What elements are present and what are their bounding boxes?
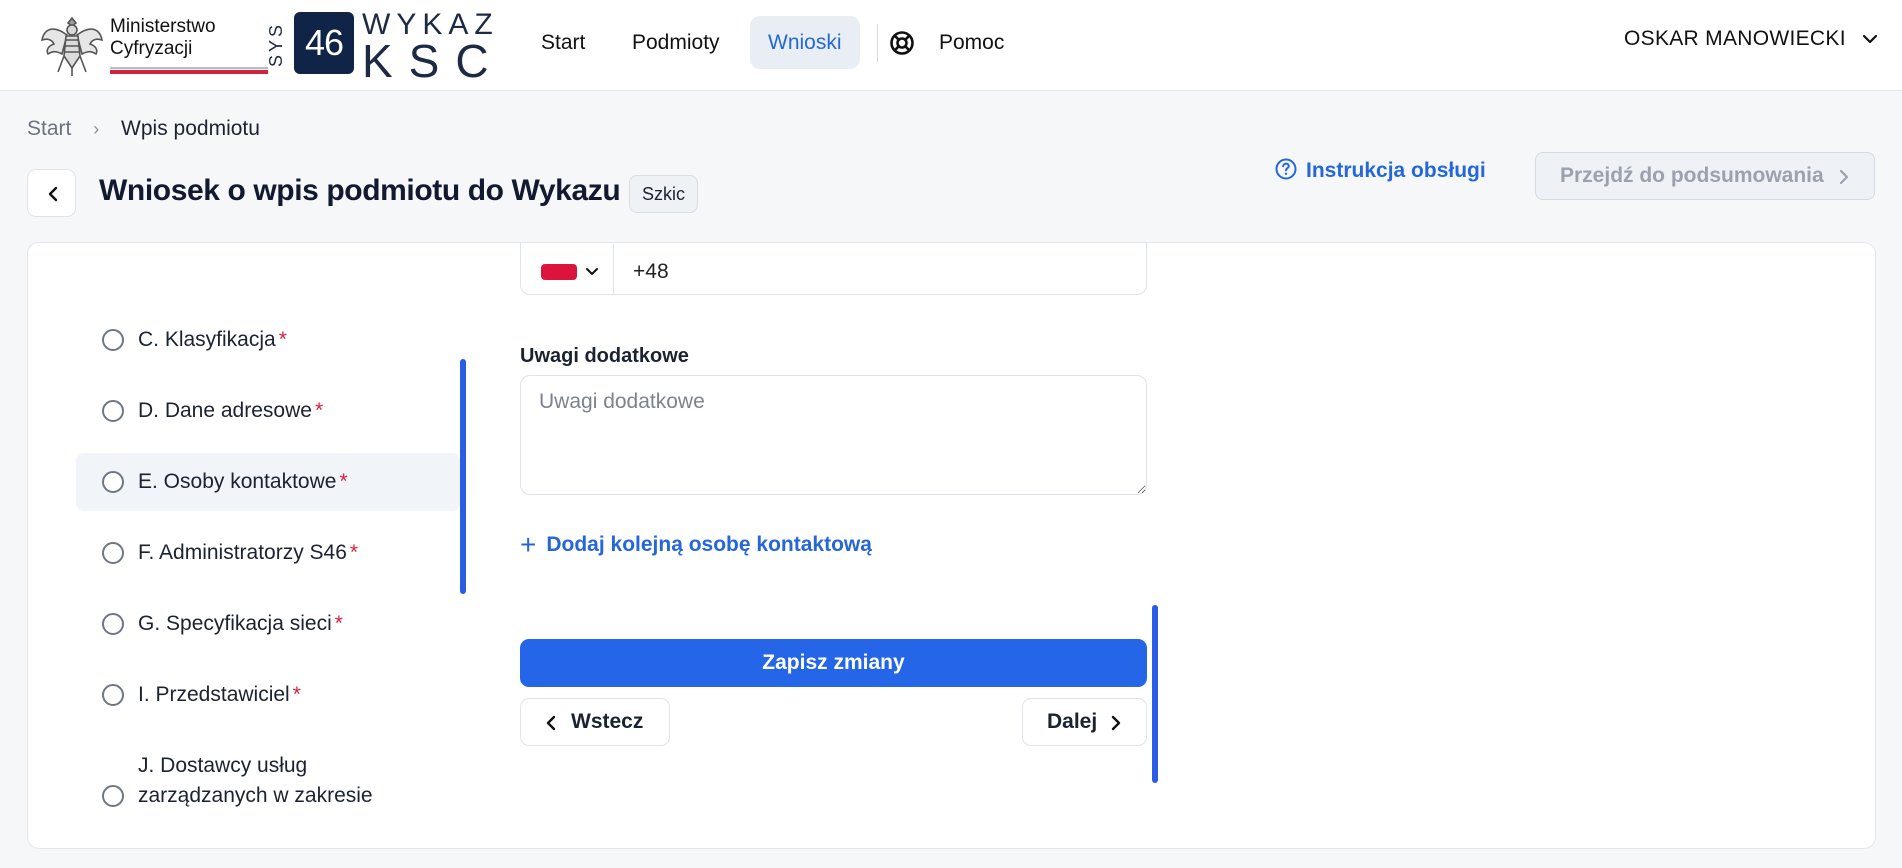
step-label: C. Klasyfikacja [138, 328, 276, 351]
logo-46-box: 46 [294, 12, 354, 74]
required-marker: * [349, 541, 359, 564]
user-name: OSKAR MANOWIECKI [1624, 27, 1846, 50]
page-title: Wniosek o wpis podmiotu do Wykazu [99, 174, 621, 207]
step-radio [102, 542, 124, 564]
previous-button[interactable]: Wstecz [520, 698, 670, 746]
nav-podmioty[interactable]: Podmioty [614, 16, 738, 69]
nav-start[interactable]: Start [523, 16, 603, 69]
form-card: C. Klasyfikacja * D. Dane adresowe * E. Os… [27, 242, 1876, 849]
phone-field[interactable]: +48 [520, 243, 1147, 295]
step-label: G. Specyfikacja sieci [138, 612, 332, 635]
notes-label: Uwagi dodatkowe [520, 345, 689, 367]
lifebuoy-icon[interactable] [889, 30, 915, 56]
chevron-right-icon [1111, 715, 1121, 731]
back-button[interactable] [27, 169, 76, 217]
question-circle-icon [1275, 158, 1297, 180]
plus-icon: + [520, 529, 537, 560]
go-to-summary-button[interactable]: Przejdź do podsumowania [1535, 152, 1875, 200]
phone-divider [613, 244, 614, 295]
nav-wnioski[interactable]: Wnioski [750, 16, 860, 69]
ministry-name-line2: Cyfryzacji [110, 38, 193, 59]
breadcrumb-start[interactable]: Start [27, 117, 71, 140]
step-radio [102, 471, 124, 493]
status-badge: Szkic [629, 175, 699, 213]
step-label: D. Dane adresowe [138, 399, 312, 422]
required-marker: * [278, 328, 287, 351]
steps-list: C. Klasyfikacja * D. Dane adresowe * E. Os… [76, 243, 486, 848]
required-marker: * [334, 612, 343, 635]
phone-prefix: +48 [633, 260, 669, 283]
required-marker: * [339, 470, 348, 493]
required-marker: * [292, 683, 301, 706]
step-label: J. Dostawcy usług zarządzanych w zakresi… [138, 754, 373, 807]
nav-pomoc[interactable]: Pomoc [921, 16, 1022, 69]
eagle-emblem-icon [40, 16, 104, 76]
logo-sys-text: SYS [266, 21, 286, 67]
step-c-klasyfikacja[interactable]: C. Klasyfikacja * [76, 311, 460, 369]
add-contact-button[interactable]: + Dodaj kolejną osobę kontaktową [520, 529, 872, 561]
poland-flag-icon[interactable] [541, 264, 577, 280]
step-e-osoby-kontaktowe[interactable]: E. Osoby kontaktowe * [76, 453, 460, 511]
chevron-down-icon[interactable] [585, 266, 599, 278]
step-label: E. Osoby kontaktowe [138, 470, 337, 493]
next-button-label: Dalej [1047, 710, 1098, 733]
ministry-logo[interactable]: Ministerstwo Cyfryzacji [40, 10, 268, 78]
nav-divider [877, 24, 878, 62]
step-f-administratorzy[interactable]: F. Administratorzy S46 * [76, 524, 460, 582]
instructions-link-label: Instrukcja obsługi [1306, 159, 1486, 182]
chevron-left-icon [546, 715, 556, 731]
ministry-underline [110, 67, 268, 74]
breadcrumb: Start › Wpis podmiotu [27, 117, 260, 141]
wykaz-ksc-logo[interactable]: SYS 46 WYKAZ KSC [266, 8, 506, 87]
breadcrumb-current: Wpis podmiotu [121, 117, 260, 140]
step-d-dane-adresowe[interactable]: D. Dane adresowe * [76, 382, 460, 440]
ministry-name-line1: Ministerstwo [110, 16, 216, 37]
chevron-down-icon [1862, 35, 1878, 44]
step-g-specyfikacja-sieci[interactable]: G. Specyfikacja sieci * [76, 595, 460, 653]
notes-input[interactable] [520, 375, 1147, 495]
step-radio [102, 684, 124, 706]
step-i-przedstawiciel[interactable]: I. Przedstawiciel * [76, 666, 460, 724]
step-label: I. Przedstawiciel [138, 683, 290, 706]
step-radio [102, 329, 124, 351]
breadcrumb-separator-icon: › [93, 119, 100, 139]
chevron-left-icon [48, 186, 58, 202]
steps-scrollbar[interactable] [460, 359, 466, 594]
next-button[interactable]: Dalej [1022, 698, 1147, 746]
step-radio [102, 785, 124, 807]
ministry-name: Ministerstwo Cyfryzacji [110, 16, 216, 60]
instructions-link[interactable]: Instrukcja obsługi [1274, 158, 1486, 183]
step-j-dostawcy-uslug[interactable]: J. Dostawcy usług zarządzanych w zakresi… [76, 743, 460, 807]
user-menu[interactable]: OSKAR MANOWIECKI [1624, 27, 1878, 59]
required-marker: * [314, 399, 324, 422]
step-radio [102, 400, 124, 422]
summary-button-label: Przejdź do podsumowania [1560, 164, 1824, 187]
form-scrollbar[interactable] [1152, 605, 1158, 783]
add-contact-label: Dodaj kolejną osobę kontaktową [546, 533, 872, 556]
top-header: Ministerstwo Cyfryzacji SYS 46 WYKAZ KSC… [0, 0, 1902, 91]
step-label: F. Administratorzy S46 [138, 541, 347, 564]
chevron-right-icon [1839, 169, 1849, 185]
step-radio [102, 613, 124, 635]
logo-ksc-text: KSC [362, 35, 505, 87]
previous-button-label: Wstecz [571, 710, 644, 733]
save-button[interactable]: Zapisz zmiany [520, 639, 1147, 687]
